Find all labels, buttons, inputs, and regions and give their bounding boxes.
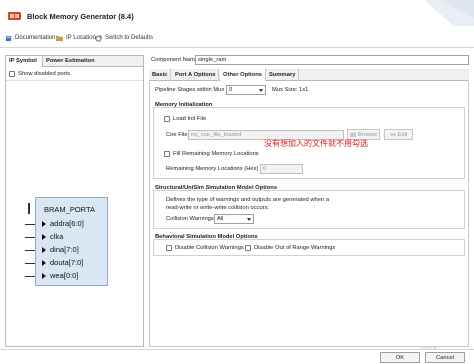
- show-disabled-ports-label: Show disabled ports: [18, 71, 71, 77]
- chevron-down-icon: [259, 89, 263, 92]
- refresh-icon: [95, 34, 102, 42]
- ip-location-button[interactable]: IP Location: [56, 33, 96, 43]
- tab-summary[interactable]: Summary: [266, 69, 300, 81]
- folder-icon: [349, 132, 356, 137]
- remaining-locations-input[interactable]: 0: [260, 164, 303, 174]
- remaining-locations-label: Remaining Memory Locations (Hex): [166, 166, 259, 172]
- component-name-label: Component Name: [151, 57, 199, 63]
- show-disabled-ports-checkbox[interactable]: Show disabled ports: [9, 71, 70, 77]
- port-clka: clka: [42, 232, 63, 241]
- edit-button[interactable]: Edit: [384, 129, 413, 140]
- chevron-down-icon: [247, 218, 251, 221]
- pencil-icon: [389, 133, 396, 136]
- component-name-row: Component Name single_ram: [149, 55, 469, 66]
- checkbox-box[interactable]: [245, 245, 251, 251]
- port-douta: douta[7:0]: [42, 258, 83, 267]
- disable-collision-label: Disable Collision Warnings: [175, 245, 244, 251]
- port-addra: addra[6:0]: [42, 219, 84, 228]
- input-arrow-icon: [42, 220, 46, 227]
- sim-description-line-2: read-write or write-write collision occu…: [166, 205, 270, 211]
- config-tab-bar: Basic Port A Options Other Options Summa…: [149, 69, 469, 81]
- port-group-bracket: [28, 203, 30, 214]
- port-pin: [25, 224, 35, 225]
- vivado-app-icon: [8, 12, 21, 20]
- folder-icon: [56, 35, 63, 41]
- load-init-file-label: Load Init File: [173, 116, 207, 122]
- input-arrow-icon: [42, 233, 46, 240]
- right-panel: Component Name single_ram Basic Port A O…: [149, 55, 469, 347]
- other-options-content: Pipeline Stages within Mux 0 Mux Size: 1…: [149, 82, 469, 347]
- disable-out-of-range-checkbox[interactable]: Disable Out of Range Warnings: [245, 245, 335, 251]
- coe-file-label: Coe File: [166, 132, 188, 138]
- port-wea: wea[0:0]: [42, 271, 78, 280]
- mux-size-text: Mux Size: 1x1: [272, 87, 309, 93]
- edit-label: Edit: [397, 131, 408, 138]
- book-icon: [5, 35, 12, 41]
- port-dina: dina[7:0]: [42, 245, 79, 254]
- tab-power-estimation[interactable]: Power Estimation: [46, 58, 95, 64]
- tab-other-options[interactable]: Other Options: [220, 69, 266, 81]
- checkbox-box[interactable]: [166, 245, 172, 251]
- left-tab-bar: IP Symbol Power Estimation: [6, 56, 143, 67]
- symbol-title: BRAM_PORTA: [44, 205, 95, 214]
- checkbox-box[interactable]: [164, 116, 170, 122]
- sim-description-line-1: Defines the type of warnings and outputs…: [166, 197, 330, 203]
- fill-remaining-label: Fill Remaining Memory Locations: [173, 151, 259, 157]
- ok-button[interactable]: OK: [380, 352, 420, 363]
- documentation-button[interactable]: Documentation: [5, 33, 55, 43]
- port-pin: [25, 263, 35, 264]
- switch-to-defaults-button[interactable]: Switch to Defaults: [95, 33, 153, 43]
- disable-collision-checkbox[interactable]: Disable Collision Warnings: [166, 245, 244, 251]
- collision-warnings-select[interactable]: All: [214, 214, 254, 224]
- pipeline-stages-label: Pipeline Stages within Mux: [155, 87, 225, 93]
- window-title: Block Memory Generator (8.4): [27, 12, 134, 21]
- ip-location-label: IP Location: [66, 35, 96, 41]
- documentation-label: Documentation: [15, 35, 56, 41]
- tab-port-a-options[interactable]: Port A Options: [172, 69, 220, 81]
- checkbox-box[interactable]: [9, 71, 15, 77]
- fill-remaining-checkbox[interactable]: Fill Remaining Memory Locations: [164, 151, 259, 157]
- load-init-file-checkbox[interactable]: Load Init File: [164, 116, 206, 122]
- tab-ip-symbol[interactable]: IP Symbol: [9, 58, 37, 64]
- tab-basic[interactable]: Basic: [149, 69, 172, 81]
- port-pin: [25, 276, 35, 277]
- pipeline-stages-select[interactable]: 0: [226, 85, 266, 95]
- component-name-input[interactable]: single_ram: [195, 55, 469, 65]
- collision-warnings-label: Collision Warnings: [166, 216, 214, 222]
- cancel-button[interactable]: Cancel: [425, 352, 465, 363]
- output-arrow-icon: [42, 259, 46, 266]
- port-pin: [25, 250, 35, 251]
- watermark: CSDN @…: [420, 345, 441, 350]
- disable-out-of-range-label: Disable Out of Range Warnings: [254, 245, 336, 251]
- red-annotation-note: 没有想加入的文件就不用勾选: [264, 139, 368, 148]
- port-pin: [25, 237, 35, 238]
- title-decoration: [424, 0, 474, 26]
- input-arrow-icon: [42, 272, 46, 279]
- checkbox-box[interactable]: [164, 151, 170, 157]
- switch-to-defaults-label: Switch to Defaults: [105, 35, 154, 41]
- input-arrow-icon: [42, 246, 46, 253]
- browse-label: Browse: [357, 131, 378, 138]
- toolbar-divider: [0, 47, 474, 48]
- footer-divider: [0, 349, 474, 350]
